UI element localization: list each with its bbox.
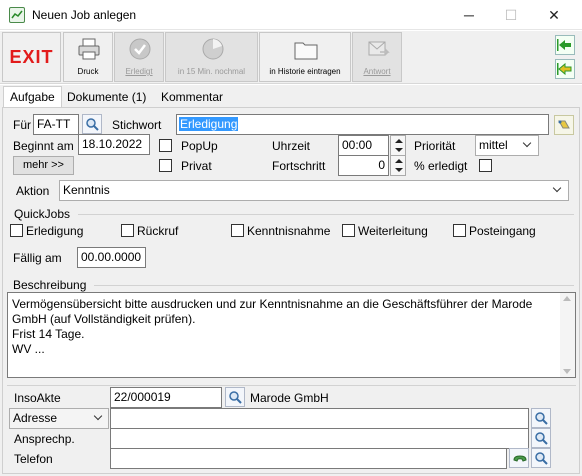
search-icon[interactable] <box>82 114 102 134</box>
keyword-label: Stichwort <box>112 118 162 132</box>
close-button[interactable]: ✕ <box>540 5 568 25</box>
minimize-button[interactable]: ─ <box>455 5 483 25</box>
description-divider <box>94 285 574 286</box>
insoakte-input[interactable]: 22/000019 <box>110 387 222 408</box>
quickjob-posteingang-checkbox[interactable] <box>453 224 466 237</box>
print-button[interactable]: Druck <box>63 32 113 82</box>
quickjob-kenntnisnahme-label: Kenntnisnahme <box>247 224 331 238</box>
remind-again-button[interactable]: in 15 Min. nochmal <box>165 32 258 82</box>
search-icon[interactable] <box>531 448 551 468</box>
priority-label: Priorität <box>414 139 456 153</box>
keyword-selected-text: Erledigung <box>179 117 239 131</box>
address-type-value: Adresse <box>13 411 58 425</box>
exit-button[interactable]: EXIT <box>2 32 61 82</box>
reply-icon <box>368 41 390 56</box>
tab-kommentar[interactable]: Kommentar <box>154 86 230 108</box>
priority-value: mittel <box>479 138 508 152</box>
action-select[interactable]: Kenntnis <box>59 180 569 201</box>
insoakte-label: InsoAkte <box>14 391 61 405</box>
search-icon[interactable] <box>531 408 551 428</box>
time-input[interactable]: 00:00 <box>338 135 389 156</box>
popup-checkbox[interactable] <box>159 139 172 152</box>
action-value: Kenntnis <box>63 183 110 197</box>
due-date-input[interactable]: 00.00.0000 <box>77 247 146 268</box>
private-checkbox[interactable] <box>159 159 172 172</box>
more-button[interactable]: mehr >> <box>13 156 74 175</box>
printer-icon <box>78 38 100 60</box>
description-title: Beschreibung <box>13 278 87 292</box>
nav-forward-icon[interactable] <box>555 59 575 79</box>
address-type-select[interactable]: Adresse <box>9 408 109 429</box>
scroll-down-icon <box>563 369 571 374</box>
done-button[interactable]: Erledigt <box>114 32 164 82</box>
chevron-down-icon <box>552 183 562 193</box>
progress-label: Fortschritt <box>272 159 326 173</box>
scroll-up-icon <box>563 296 571 301</box>
clock-icon <box>202 38 224 60</box>
start-date-input[interactable]: 18.10.2022 <box>78 134 150 155</box>
quickjob-weiterleitung-checkbox[interactable] <box>342 224 355 237</box>
reply-label: Antwort <box>363 67 391 76</box>
maximize-button[interactable]: ☐ <box>497 5 525 25</box>
quickjob-weiterleitung-label: Weiterleitung <box>358 224 428 238</box>
time-label: Uhrzeit <box>272 139 311 153</box>
nav-back-icon[interactable] <box>555 35 575 55</box>
for-input[interactable]: FA-TT <box>33 114 79 135</box>
insoakte-name: Marode GmbH <box>250 391 329 405</box>
description-textarea[interactable]: Vermögensübersicht bitte ausdrucken und … <box>7 292 576 378</box>
progress-input[interactable]: 0 <box>338 155 389 176</box>
chevron-down-icon <box>93 411 103 421</box>
done-label: Erledigt <box>125 67 153 76</box>
quickjob-erledigung-checkbox[interactable] <box>10 224 23 237</box>
quickjob-erledigung-label: Erledigung <box>26 224 84 238</box>
quickjob-kenntnisnahme-checkbox[interactable] <box>231 224 244 237</box>
contact-input[interactable] <box>110 428 529 449</box>
priority-select[interactable]: mittel <box>475 135 539 156</box>
percent-done-label: % erledigt <box>414 159 468 173</box>
private-label: Privat <box>181 159 212 173</box>
toolbar: EXIT Druck Erledigt in 15 Min. nochmal i… <box>0 31 582 84</box>
window-title: Neuen Job anlegen <box>32 8 137 22</box>
check-circle-icon <box>129 38 151 60</box>
reply-button[interactable]: Antwort <box>352 32 402 82</box>
history-button[interactable]: in Historie eintragen <box>259 32 351 82</box>
tab-dokumente[interactable]: Dokumente (1) <box>60 86 153 108</box>
quickjob-posteingang-label: Posteingang <box>469 224 536 238</box>
percent-done-checkbox[interactable] <box>479 159 492 172</box>
history-label: in Historie eintragen <box>269 67 341 76</box>
remind-again-label: in 15 Min. nochmal <box>177 67 246 76</box>
folder-icon <box>294 42 318 60</box>
phone-icon[interactable] <box>509 448 529 468</box>
quickjob-rueckruf-checkbox[interactable] <box>121 224 134 237</box>
due-date-label: Fällig am <box>13 251 62 265</box>
search-icon[interactable] <box>225 387 245 407</box>
keyword-input[interactable]: Erledigung <box>176 114 549 135</box>
popup-label: PopUp <box>181 139 218 153</box>
footer-divider <box>7 385 576 386</box>
address-input[interactable] <box>110 408 529 429</box>
start-date-label: Beginnt am <box>13 139 74 153</box>
progress-spinner[interactable] <box>390 155 406 176</box>
quickjobs-divider <box>78 214 574 215</box>
print-label: Druck <box>77 67 99 76</box>
tab-aufgabe[interactable]: Aufgabe <box>3 86 62 109</box>
phone-label: Telefon <box>14 452 53 466</box>
quickjobs-title: QuickJobs <box>14 207 71 221</box>
chevron-down-icon <box>522 138 532 148</box>
search-icon[interactable] <box>531 428 551 448</box>
quickjob-rueckruf-label: Rückruf <box>137 224 179 238</box>
app-icon <box>9 7 25 23</box>
time-spinner[interactable] <box>390 135 406 156</box>
description-scrollbar[interactable] <box>560 293 575 377</box>
contact-label: Ansprechp. <box>14 432 75 446</box>
keyword-picker-icon[interactable] <box>554 115 574 135</box>
phone-input[interactable] <box>110 448 507 469</box>
for-label: Für <box>13 118 31 132</box>
title-bar: Neuen Job anlegen ─ ☐ ✕ <box>0 0 582 30</box>
action-label: Aktion <box>16 184 50 198</box>
